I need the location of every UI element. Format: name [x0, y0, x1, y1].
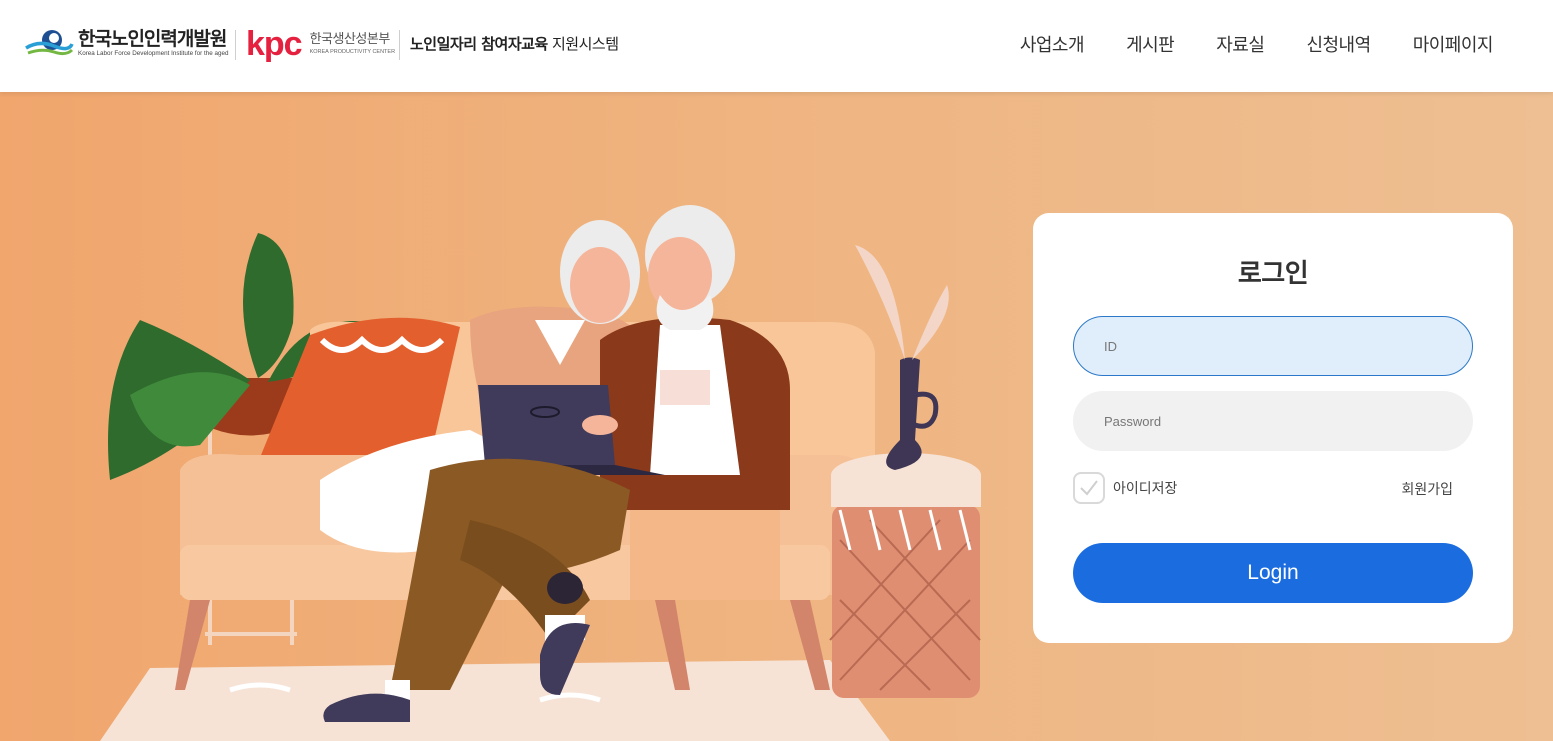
system-title-bold: 노인일자리 참여자교육: [410, 35, 548, 53]
title-divider: [399, 30, 400, 60]
password-input[interactable]: [1073, 391, 1473, 451]
kpc-logo-title: 한국생산성본부: [309, 32, 391, 47]
system-title-rest: 지원시스템: [547, 35, 619, 53]
signup-link[interactable]: 회원가입: [1401, 479, 1453, 499]
save-id-label: 아이디저장: [1113, 481, 1178, 497]
system-title: 노인일자리 참여자교육 지원시스템: [410, 33, 619, 54]
save-id-row: 아이디저장: [1073, 472, 1177, 504]
kpc-logo-subtitle: KOREA PRODUCTIVITY CENTER: [309, 49, 396, 55]
kpc-logo[interactable]: kpc 한국생산성본부 KOREA PRODUCTIVITY CENTER: [246, 26, 395, 62]
logo-divider: [235, 30, 236, 60]
login-title: 로그인: [1237, 259, 1309, 289]
nav-item-applications[interactable]: 신청내역: [1306, 31, 1371, 57]
save-id-checkbox[interactable]: [1073, 472, 1105, 504]
checkmark-icon: [1080, 480, 1098, 496]
nav-item-mypage[interactable]: 마이페이지: [1413, 31, 1494, 57]
nav-item-business-intro[interactable]: 사업소개: [1020, 31, 1085, 57]
nav-item-board[interactable]: 게시판: [1126, 31, 1175, 57]
id-input[interactable]: [1073, 316, 1473, 376]
site-header: 한국노인인력개발원 Korea Labor Force Development …: [0, 0, 1553, 92]
nav-item-resources[interactable]: 자료실: [1216, 31, 1265, 57]
kpc-mark: kpc: [246, 25, 303, 63]
org-logo-subtitle: Korea Labor Force Development Institute …: [78, 50, 229, 57]
org-logo-title: 한국노인인력개발원: [78, 28, 227, 50]
login-card: 로그인 아이디저장 회원가입 Login: [1033, 213, 1513, 643]
org-logo[interactable]: 한국노인인력개발원 Korea Labor Force Development …: [24, 26, 229, 60]
org-wave-icon: [25, 30, 74, 56]
login-button[interactable]: Login: [1073, 543, 1473, 603]
main-nav: 사업소개 게시판 자료실 신청내역 마이페이지: [1020, 31, 1494, 57]
